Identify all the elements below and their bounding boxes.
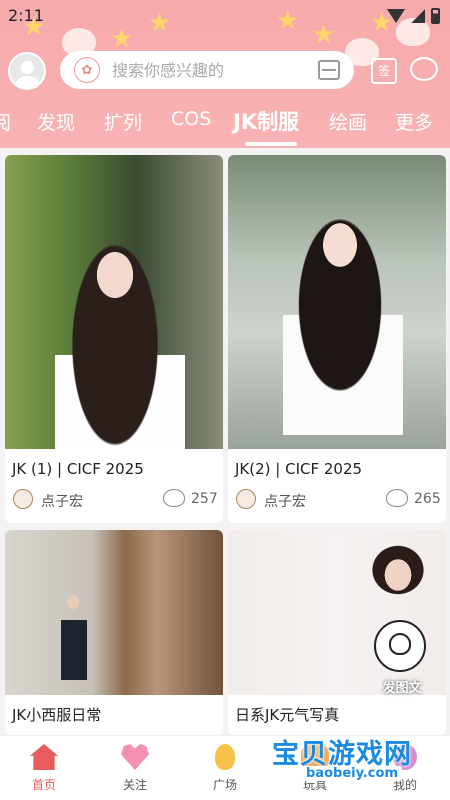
post-author: 点子宏 [41, 494, 83, 510]
scan-icon[interactable] [318, 60, 340, 80]
nav-follow[interactable]: 关注 [105, 744, 165, 793]
avatar-head [21, 61, 34, 74]
post-photo [5, 155, 223, 449]
post-title: JK小西服日常 [12, 706, 102, 724]
tab-friends[interactable]: 扩列 [104, 108, 142, 135]
search-input[interactable] [112, 60, 302, 80]
post-photo [228, 530, 446, 695]
tab-more[interactable]: 更多 [395, 108, 433, 135]
tab-partial[interactable]: 阅 [0, 108, 11, 135]
post-photo [5, 530, 223, 695]
post-title: JK(2) | CICF 2025 [235, 460, 363, 478]
status-icons [387, 8, 440, 24]
nav-square-label: 广场 [212, 778, 237, 792]
balloon-icon [215, 744, 235, 770]
tab-discover[interactable]: 发现 [37, 108, 75, 135]
tab-jk-uniform[interactable]: JK制服 [233, 106, 299, 136]
app-header: ★ ★ ★ ★ ★ ★ 2:11 ✿ 签 阅 发现 扩列 COS JK制服 绘画… [0, 0, 450, 148]
home-icon [30, 744, 58, 770]
nav-home[interactable]: 首页 [14, 744, 74, 793]
battery-icon [431, 8, 440, 24]
post-button-label[interactable]: 发图文 [374, 677, 430, 696]
status-bar: 2:11 [0, 0, 450, 32]
post-card[interactable]: JK小西服日常 [5, 530, 223, 735]
post-title: JK (1) | CICF 2025 [12, 460, 144, 478]
author-avatar-icon [13, 489, 33, 509]
author-avatar-icon [236, 489, 256, 509]
post-photo [228, 155, 446, 449]
watermark-url: baobeiy.com [302, 766, 402, 781]
nav-square[interactable]: 广场 [195, 744, 255, 793]
nav-home-label: 首页 [31, 778, 56, 792]
like-count: 265 [414, 491, 441, 507]
like-count: 257 [191, 491, 218, 507]
tab-cos[interactable]: COS [171, 108, 211, 130]
active-tab-indicator [245, 142, 297, 146]
like-icon[interactable] [163, 489, 185, 507]
checkin-calendar-icon[interactable]: 签 [371, 58, 397, 84]
post-button[interactable] [374, 620, 426, 672]
nav-follow-label: 关注 [122, 778, 147, 792]
paw-icon [389, 633, 411, 655]
category-tabs: 阅 发现 扩列 COS JK制服 绘画 更多 [0, 108, 450, 144]
search-bar[interactable]: ✿ [60, 51, 354, 89]
like-icon[interactable] [386, 489, 408, 507]
user-avatar[interactable] [8, 52, 46, 90]
post-title: 日系JK元气写真 [235, 706, 340, 724]
avatar-body [16, 76, 39, 88]
chat-bubble-icon[interactable] [410, 57, 438, 81]
post-card[interactable]: JK (1) | CICF 2025 点子宏 257 [5, 155, 223, 523]
post-card[interactable]: JK(2) | CICF 2025 点子宏 265 [228, 155, 446, 523]
status-time: 2:11 [8, 6, 44, 25]
post-author: 点子宏 [264, 494, 306, 510]
heart-icon [121, 744, 149, 770]
signal-icon [411, 9, 425, 23]
tab-painting[interactable]: 绘画 [329, 108, 367, 135]
star-badge-icon: ✿ [74, 57, 100, 83]
wifi-icon [387, 9, 405, 23]
